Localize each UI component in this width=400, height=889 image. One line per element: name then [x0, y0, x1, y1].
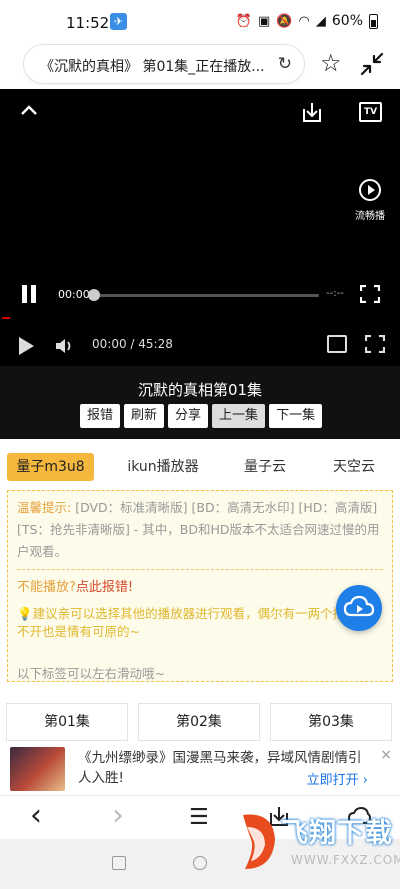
report-error-link[interactable]: 点此报错!	[76, 580, 133, 595]
alarm-icon: ⏰	[235, 13, 253, 29]
tv-cast-icon[interactable]: TV	[359, 102, 382, 122]
mute-icon: 🔕	[276, 13, 293, 29]
episode-list: 第01集 第02集 第03集	[6, 703, 392, 741]
site-watermark: 飞翔下载 WWW.FXXZ.COM	[233, 805, 400, 885]
episode-item[interactable]: 第01集	[6, 703, 128, 741]
tab-source-1[interactable]: 量子m3u8	[7, 453, 94, 481]
battery-percent: 60%	[331, 13, 363, 29]
buffer-indicator	[2, 317, 10, 319]
picture-in-picture-icon[interactable]	[327, 335, 347, 353]
url-text[interactable]: 《沉默的真相》 第01集_正在播放...	[40, 56, 272, 76]
signal-icon: ◢	[315, 13, 326, 29]
watermark-text: 飞翔下载	[281, 818, 393, 849]
video-player[interactable]: TV 流畅播 00:00 --:-- 00:00 / 45:28	[0, 89, 400, 366]
share-button[interactable]: 分享	[168, 404, 209, 428]
swipe-hint: 以下标签可以左右滑动哦~	[17, 666, 165, 681]
cloud-icon	[343, 595, 375, 617]
episode-item[interactable]: 第03集	[270, 703, 392, 741]
ad-banner[interactable]: 《九州缥缈录》国漫黑马来袭，异域风情剧情引人入胜! 立即打开 › ×	[0, 743, 400, 795]
notice-text: 温馨提示: [DVD：标准清晰版] [BD：高清无水印] [HD：高清版] [T…	[17, 497, 383, 563]
status-time: 11:52	[66, 14, 110, 32]
notice-body: [DVD：标准清晰版] [BD：高清无水印] [HD：高清版] [TS：抢先非清…	[17, 500, 380, 559]
lightbulb-icon: 💡	[17, 606, 33, 621]
previous-episode-button[interactable]: 上一集	[212, 404, 266, 428]
current-time: 00:00	[58, 288, 90, 301]
episode-header: 沉默的真相第01集 报错 刷新 分享 上一集 下一集	[0, 366, 400, 439]
status-icons: ⏰ ▣ 🔕 ◠ ◢ 60%	[236, 13, 378, 29]
forward-icon[interactable]: ›	[112, 798, 124, 833]
volte-icon: ▣	[258, 13, 271, 29]
episode-title: 沉默的真相第01集	[137, 381, 263, 399]
report-error-button[interactable]: 报错	[80, 404, 121, 428]
error-prefix: 不能播放?	[17, 580, 76, 595]
smooth-play-button[interactable]: 流畅播	[350, 179, 390, 222]
tab-source-3[interactable]: 量子云	[233, 453, 297, 481]
refresh-icon[interactable]: ↻	[278, 54, 292, 74]
home-icon[interactable]	[193, 856, 207, 870]
open-now-link[interactable]: 立即打开 ›	[307, 769, 368, 788]
watermark-url: WWW.FXXZ.COM	[291, 853, 400, 867]
smooth-play-label: 流畅播	[355, 211, 385, 222]
episode-action-buttons: 报错 刷新 分享 上一集 下一集	[80, 404, 323, 428]
progress-handle[interactable]	[88, 289, 100, 301]
source-tabs: 量子m3u8 ikun播放器 量子云 天空云	[0, 450, 400, 486]
pause-icon[interactable]	[20, 285, 38, 303]
refresh-button[interactable]: 刷新	[124, 404, 165, 428]
player-tip: 💡建议亲可以选择其他的播放器进行观看，偶尔有一两个播放器打不开也是情有可原的~	[17, 605, 383, 641]
cloud-download-button[interactable]	[336, 585, 382, 631]
recents-icon[interactable]	[112, 856, 126, 870]
download-icon[interactable]	[301, 101, 323, 123]
ad-thumbnail[interactable]	[10, 747, 65, 791]
close-ad-icon[interactable]: ×	[380, 747, 392, 763]
bookmark-star-icon[interactable]: ☆	[320, 50, 342, 76]
time-display: 00:00 / 45:28	[92, 337, 173, 351]
status-bar: 11:52 ✈ ⏰ ▣ 🔕 ◠ ◢ 60%	[0, 0, 400, 42]
next-episode-button[interactable]: 下一集	[269, 404, 323, 428]
end-time: --:--	[326, 288, 344, 299]
tab-source-4[interactable]: 天空云	[322, 453, 386, 481]
collapse-player-icon[interactable]	[20, 103, 38, 117]
fullscreen-icon[interactable]	[360, 285, 380, 303]
progress-bar[interactable]	[92, 294, 319, 297]
notice-label: 温馨提示:	[17, 500, 72, 515]
cloud-play-icon	[359, 179, 381, 201]
url-bar[interactable]: 《沉默的真相》 第01集_正在播放... ↻	[23, 44, 305, 84]
wifi-icon: ◠	[298, 13, 310, 29]
watermark-logo-icon	[243, 814, 275, 869]
menu-icon[interactable]: ☰	[189, 805, 209, 830]
collapse-icon[interactable]	[358, 50, 386, 78]
episode-item[interactable]: 第02集	[138, 703, 260, 741]
fullscreen-icon-2[interactable]	[365, 335, 385, 353]
tab-source-2[interactable]: ikun播放器	[118, 453, 208, 481]
volume-icon[interactable]	[54, 336, 74, 356]
tip-text: 建议亲可以选择其他的播放器进行观看，偶尔有一两个播放器打不开也是情有可原的~	[17, 606, 383, 639]
play-icon[interactable]	[19, 337, 34, 355]
divider	[17, 569, 383, 570]
back-icon[interactable]: ‹	[30, 798, 42, 833]
battery-icon	[369, 13, 378, 29]
app-notification-icon: ✈	[110, 13, 127, 30]
error-line: 不能播放?点此报错!	[17, 576, 383, 595]
